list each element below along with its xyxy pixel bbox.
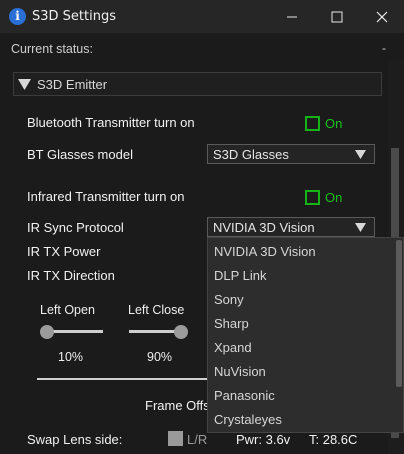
swap-lens-value: L/R <box>187 432 208 447</box>
close-button[interactable] <box>359 0 404 33</box>
ir-tx-power-label: IR TX Power <box>27 244 101 259</box>
chevron-down-icon <box>355 223 366 232</box>
left-close-slider-handle[interactable] <box>174 325 189 339</box>
current-status-label: Current status: <box>11 42 93 56</box>
dropdown-option[interactable]: NuVision <box>214 364 266 379</box>
infrared-transmitter-label: Infrared Transmitter turn on <box>27 189 185 204</box>
dropdown-scrollbar-thumb[interactable] <box>396 240 402 387</box>
bt-glasses-model-value: S3D Glasses <box>213 147 289 162</box>
dropdown-option[interactable]: Sony <box>214 292 244 307</box>
left-open-value: 10% <box>58 350 84 364</box>
ir-sync-protocol-select[interactable]: NVIDIA 3D Vision <box>207 217 375 237</box>
ir-sync-protocol-dropdown: NVIDIA 3D Vision DLP Link Sony Sharp Xpa… <box>207 237 404 433</box>
swap-lens-label: Swap Lens side: <box>27 432 123 447</box>
dropdown-option[interactable]: Crystaleyes <box>214 412 282 427</box>
dropdown-option[interactable]: NVIDIA 3D Vision <box>214 244 316 259</box>
power-readout: Pwr: 3.6v <box>236 432 291 447</box>
bt-glasses-model-select[interactable]: S3D Glasses <box>207 144 375 164</box>
left-open-slider-handle[interactable] <box>40 325 55 339</box>
title-bar: i S3D Settings <box>0 0 404 33</box>
left-open-label: Left Open <box>40 303 95 317</box>
ir-sync-protocol-label: IR Sync Protocol <box>27 220 124 235</box>
bt-glasses-model-label: BT Glasses model <box>27 147 133 162</box>
left-close-label: Left Close <box>128 303 185 317</box>
dropdown-option[interactable]: Xpand <box>214 340 252 355</box>
frame-offset-label: Frame Offs <box>145 398 210 413</box>
info-icon: i <box>9 8 26 25</box>
bluetooth-transmitter-label: Bluetooth Transmitter turn on <box>27 115 195 130</box>
minimize-button[interactable] <box>269 0 314 33</box>
minimize-icon <box>287 16 297 18</box>
temperature-readout: T: 28.6C <box>309 432 358 447</box>
section-title: S3D Emitter <box>37 77 108 92</box>
bluetooth-transmitter-on-label: On <box>325 116 343 131</box>
ir-tx-direction-label: IR TX Direction <box>27 268 115 283</box>
dropdown-option[interactable]: Panasonic <box>214 388 275 403</box>
s3d-emitter-section-header[interactable]: S3D Emitter <box>13 72 382 96</box>
window-title: S3D Settings <box>32 9 116 24</box>
left-close-value: 90% <box>147 350 173 364</box>
current-status-value: - <box>382 41 386 55</box>
infrared-transmitter-checkbox[interactable] <box>305 190 320 205</box>
ir-sync-protocol-value: NVIDIA 3D Vision <box>213 220 315 235</box>
collapse-arrow-icon <box>18 79 31 90</box>
frame-offset-slider-track[interactable] <box>37 378 209 380</box>
maximize-button[interactable] <box>314 0 359 33</box>
maximize-icon <box>331 11 343 23</box>
bluetooth-transmitter-checkbox[interactable] <box>305 116 320 131</box>
infrared-transmitter-on-label: On <box>325 190 343 205</box>
dropdown-option[interactable]: Sharp <box>214 316 249 331</box>
swap-lens-checkbox[interactable] <box>168 431 183 446</box>
chevron-down-icon <box>355 150 366 159</box>
dropdown-option[interactable]: DLP Link <box>214 268 267 283</box>
close-icon <box>376 11 388 23</box>
